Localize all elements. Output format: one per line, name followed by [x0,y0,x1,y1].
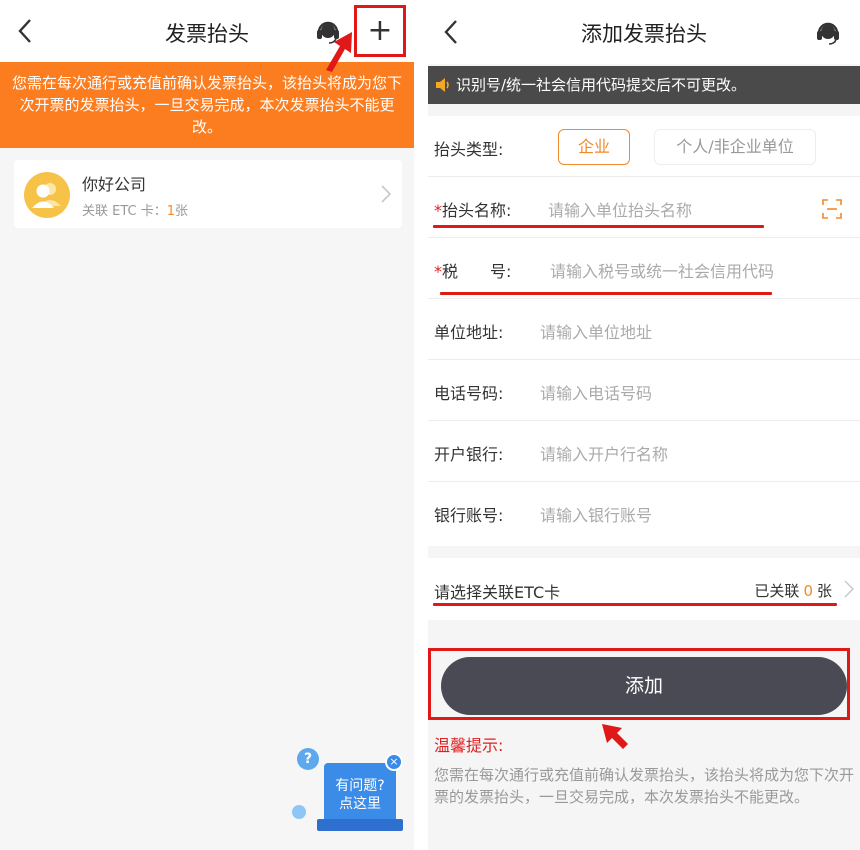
phone-row: 电话号码: 请输入电话号码 [428,360,860,421]
select-etc-card-row[interactable]: 请选择关联ETC卡 已关联 0 张 [428,558,860,620]
question-badge-icon: ? [297,748,319,770]
phone-input[interactable]: 请输入电话号码 [540,380,652,404]
linked-etc-summary: 已关联 0 张 [754,580,832,601]
required-star: * [434,262,442,281]
tax-number-input[interactable]: 请输入税号或统一社会信用代码 [550,258,774,282]
address-row: 单位地址: 请输入单位地址 [428,299,860,360]
help-floating-widget[interactable]: ? 有问题? 点这里 × [290,745,408,835]
add-invoice-title-screen: 添加发票抬头 识别号/统一社会信用代码提交后不可更改。 抬头类型: 企业 个人/… [428,0,860,850]
annotation-arrow-icon [326,32,352,72]
tips-title: 温馨提示: [434,736,504,755]
tips-body: 您需在每次通行或充值前确认发票抬头，该抬头将成为您下次开票的发票抬头，一旦交易完… [434,766,855,806]
account-row: 银行账号: 请输入银行账号 [428,482,860,543]
linked-etc-prefix: 关联 ETC 卡： [82,204,167,219]
tax-number-row: *税 号: 请输入税号或统一社会信用代码 [428,238,860,299]
navigation-bar: 添加发票抬头 [428,0,860,64]
address-label: 单位地址: [434,323,504,342]
help-text: 有问题? 点这里 [328,777,392,813]
notice-bar: 识别号/统一社会信用代码提交后不可更改。 [428,66,860,104]
chevron-right-icon [844,580,854,598]
add-button[interactable]: 添加 [441,657,847,715]
tax-number-label-text: 税 号: [442,262,512,281]
help-line-2: 点这里 [339,796,381,812]
address-input[interactable]: 请输入单位地址 [540,319,652,343]
scan-icon[interactable] [822,199,842,219]
title-name-label-text: 抬头名称: [442,201,512,220]
bubble-dot [292,805,306,819]
help-base [317,819,403,831]
linked-etc-number: 1 [166,204,176,219]
notice-text: 识别号/统一社会信用代码提交后不可更改。 [456,76,747,94]
phone-label: 电话号码: [434,384,504,403]
company-avatar-icon [24,172,70,218]
linked-etc-suffix: 张 [175,204,189,219]
annotation-underline [433,603,837,606]
invoice-title-list-screen: 发票抬头 + 您需在每次通行或充值前确认发票抬头，该抬头将成为您下次开票的发票抬… [0,0,414,850]
plus-icon: + [367,13,393,48]
title-name-label: *抬头名称: [434,197,511,221]
annotation-arrow-icon [602,724,628,749]
company-name: 你好公司 [82,175,147,194]
page-title: 添加发票抬头 [581,22,707,46]
invoice-title-card[interactable]: 你好公司 关联 ETC 卡：1张 [14,160,402,228]
select-etc-label: 请选择关联ETC卡 [434,583,561,602]
bank-row: 开户银行: 请输入开户行名称 [428,421,860,482]
customer-service-headset-icon[interactable] [814,18,842,46]
title-type-row: 抬头类型: 企业 个人/非企业单位 [428,116,860,177]
bank-label: 开户银行: [434,445,504,464]
speaker-icon [436,78,449,92]
close-icon[interactable]: × [385,753,403,771]
chevron-right-icon [381,185,392,203]
warning-banner: 您需在每次通行或充值前确认发票抬头，该抬头将成为您下次开票的发票抬头，一旦交易完… [0,62,414,148]
linked-count: 0 [803,582,813,600]
tax-number-label: *税 号: [434,258,511,282]
annotation-underline [433,225,764,228]
linked-suffix: 张 [816,582,832,600]
invoice-form: 抬头类型: 企业 个人/非企业单位 *抬头名称: 请输入单位抬头名称 *税 号:… [428,116,860,546]
title-name-input[interactable]: 请输入单位抬头名称 [548,197,692,221]
account-input[interactable]: 请输入银行账号 [540,502,652,526]
add-title-button[interactable]: + [354,5,406,57]
account-label: 银行账号: [434,506,504,525]
annotation-underline [440,292,772,295]
linked-prefix: 已关联 [754,582,800,600]
help-line-1: 有问题? [335,778,385,794]
title-type-label: 抬头类型: [434,140,504,159]
title-name-row: *抬头名称: 请输入单位抬头名称 [428,177,860,238]
type-option-personal[interactable]: 个人/非企业单位 [654,129,816,165]
type-option-enterprise[interactable]: 企业 [558,129,630,165]
bank-input[interactable]: 请输入开户行名称 [540,441,668,465]
linked-etc-count: 关联 ETC 卡：1张 [82,200,188,219]
required-star: * [434,201,442,220]
